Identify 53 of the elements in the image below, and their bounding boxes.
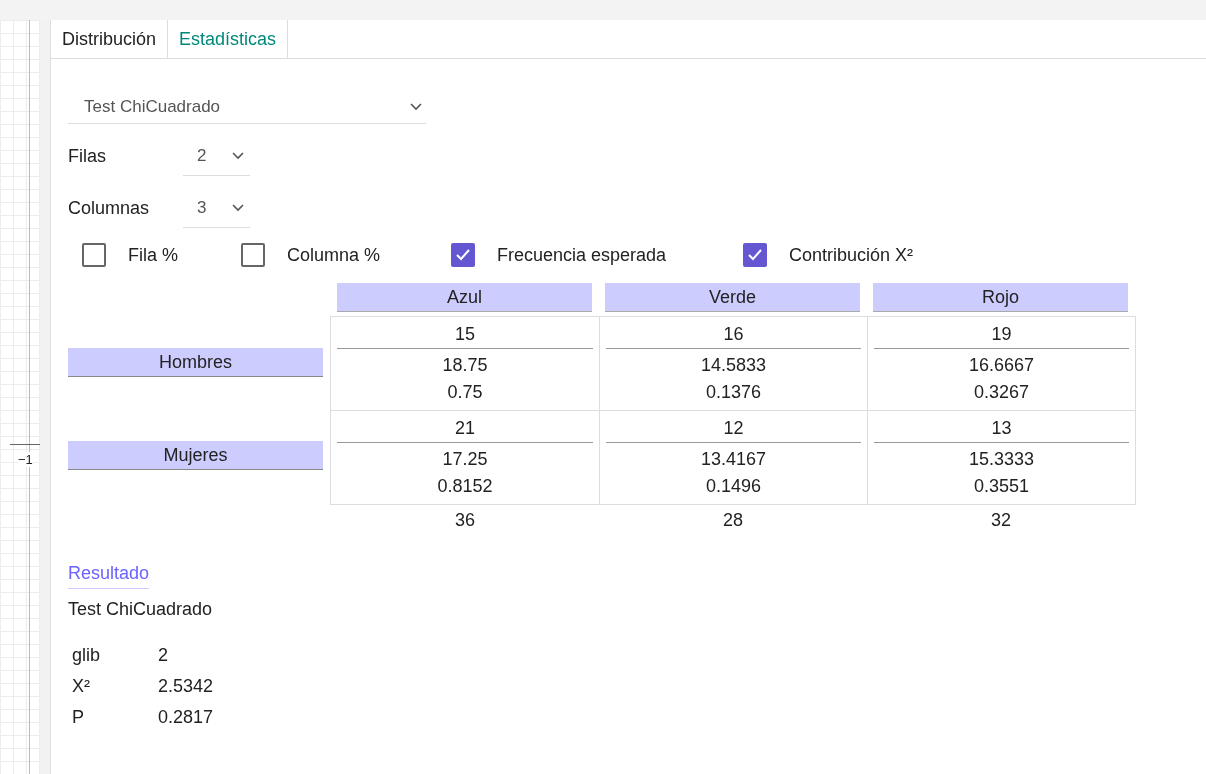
axis-label: −1 [18,452,33,467]
stat-label: X² [72,676,91,697]
expected-value: 15.3333 [967,448,1036,471]
expected-value: 18.75 [441,354,489,377]
observed-value: 12 [606,411,861,443]
column-total: 32 [990,509,1012,532]
checkbox-label: Fila % [128,244,178,266]
stat-value: 0.2817 [158,707,214,728]
checkbox-label: Columna % [287,244,381,266]
rows-dropdown[interactable]: 2 [183,136,250,176]
test-dropdown[interactable]: Test ChiCuadrado [68,90,426,124]
columns-dropdown[interactable]: 3 [183,188,250,228]
check-icon [455,248,471,262]
checkbox[interactable] [743,243,767,267]
stat-value: 2 [158,645,168,666]
chevron-icon [232,203,244,212]
expected-value: 17.25 [441,448,489,471]
chevron-icon [232,151,244,160]
contribution-value: 0.75 [446,381,484,404]
expected-value: 13.4167 [699,448,768,471]
checkbox-label: Frecuencia esperada [497,244,667,266]
chevron-icon [410,102,422,111]
expected-value: 16.6667 [967,354,1036,377]
contribution-value: 0.1496 [704,475,763,498]
row-header: Hombres [68,348,323,377]
observed-value: 21 [337,411,593,443]
observed-value: 15 [337,317,593,349]
contribution-value: 0.1376 [704,381,763,404]
columns-label: Columnas [68,197,151,219]
result-title: Test ChiCuadrado [68,599,214,620]
checkbox[interactable] [451,243,475,267]
observed-value: 16 [606,317,861,349]
result-heading: Resultado [68,563,150,589]
checkbox[interactable] [241,243,265,267]
stat-label: P [72,707,85,728]
contribution-value: 0.3267 [972,381,1031,404]
rows-label: Filas [68,145,107,167]
checkbox[interactable] [82,243,106,267]
observed-value: 19 [874,317,1129,349]
stat-label: glib [72,645,102,666]
column-header: Verde [605,283,860,312]
check-icon [747,248,763,262]
observed-value: 13 [874,411,1129,443]
contribution-value: 0.8152 [436,475,494,498]
expected-value: 14.5833 [699,354,768,377]
stat-value: 2.5342 [158,676,214,697]
column-total: 28 [722,509,744,532]
column-header: Azul [337,283,592,312]
contribution-value: 0.3551 [972,475,1031,498]
column-total: 36 [454,509,476,532]
row-header: Mujeres [68,441,323,470]
column-header: Rojo [873,283,1128,312]
checkbox-label: Contribución X² [789,244,914,266]
